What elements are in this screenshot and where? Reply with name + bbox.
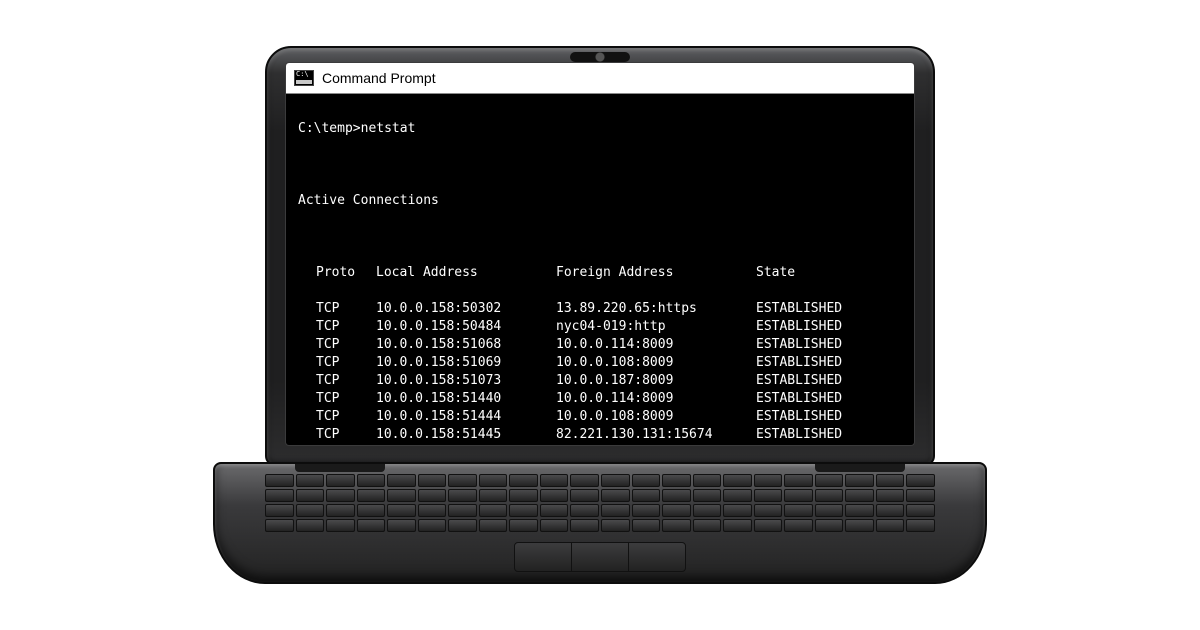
table-row: TCP10.0.0.158:5030213.89.220.65:httpsEST…	[298, 300, 910, 318]
cell-proto: TCP	[316, 444, 376, 445]
laptop-illustration: Command Prompt C:\temp>netstat Active Co…	[210, 46, 990, 584]
cell-state: ESTABLISHED	[756, 336, 842, 354]
cell-state: ESTABLISHED	[756, 390, 842, 408]
cell-state: ESTABLISHED	[756, 444, 842, 445]
cell-proto: TCP	[316, 408, 376, 426]
cell-state: ESTABLISHED	[756, 300, 842, 318]
header-local: Local Address	[376, 264, 556, 282]
cell-foreign: 10.0.0.114:8009	[556, 390, 756, 408]
cell-proto: TCP	[316, 372, 376, 390]
cell-local: 10.0.0.158:51444	[376, 408, 556, 426]
cell-proto: TCP	[316, 354, 376, 372]
cell-local: 10.0.0.158:51445	[376, 426, 556, 444]
cell-foreign: nyc04-019:http	[556, 318, 756, 336]
command-prompt-window: Command Prompt C:\temp>netstat Active Co…	[286, 63, 914, 445]
hinge-icon	[815, 462, 905, 472]
cell-state: ESTABLISHED	[756, 318, 842, 336]
table-row: TCP10.0.0.158:5144582.221.130.131:15674E…	[298, 426, 910, 444]
header-foreign: Foreign Address	[556, 264, 756, 282]
cell-local: 10.0.0.158:51068	[376, 336, 556, 354]
cell-local: 10.0.0.158:51073	[376, 372, 556, 390]
cell-state: ESTABLISHED	[756, 408, 842, 426]
section-title: Active Connections	[298, 192, 910, 210]
cell-foreign: 10.0.0.114:8009	[556, 336, 756, 354]
table-row: TCP10.0.0.158:5144010.0.0.114:8009ESTABL…	[298, 390, 910, 408]
hinge-icon	[295, 462, 385, 472]
command-prompt-icon	[294, 70, 314, 86]
trackpad-illustration	[514, 542, 686, 572]
cell-foreign: 10.0.0.108:8009	[556, 354, 756, 372]
cell-proto: TCP	[316, 426, 376, 444]
table-row: TCP10.0.0.158:5144410.0.0.108:8009ESTABL…	[298, 408, 910, 426]
header-state: State	[756, 264, 795, 282]
table-row: TCP10.0.0.158:5106910.0.0.108:8009ESTABL…	[298, 354, 910, 372]
cell-proto: TCP	[316, 336, 376, 354]
keyboard-illustration	[265, 474, 935, 532]
cell-state: ESTABLISHED	[756, 372, 842, 390]
cell-local: 10.0.0.158:51069	[376, 354, 556, 372]
header-proto: Proto	[316, 264, 376, 282]
table-row: TCP10.0.0.158:50484nyc04-019:httpESTABLI…	[298, 318, 910, 336]
laptop-lid: Command Prompt C:\temp>netstat Active Co…	[265, 46, 935, 466]
cell-proto: TCP	[316, 318, 376, 336]
screen: Command Prompt C:\temp>netstat Active Co…	[285, 62, 915, 446]
cell-proto: TCP	[316, 300, 376, 318]
cell-foreign: 10.0.0.108:8009	[556, 408, 756, 426]
terminal-output[interactable]: C:\temp>netstat Active Connections Proto…	[286, 94, 914, 445]
laptop-deck	[213, 462, 987, 584]
cell-state: ESTABLISHED	[756, 354, 842, 372]
table-header: ProtoLocal AddressForeign AddressState	[298, 264, 910, 282]
webcam-icon	[570, 52, 630, 62]
table-row: TCP10.0.0.158:5144910.0.0.187:8009ESTABL…	[298, 444, 910, 445]
table-row: TCP10.0.0.158:5107310.0.0.187:8009ESTABL…	[298, 372, 910, 390]
cell-foreign: 10.0.0.187:8009	[556, 444, 756, 445]
window-title: Command Prompt	[322, 70, 436, 86]
cell-state: ESTABLISHED	[756, 426, 842, 444]
cell-local: 10.0.0.158:50302	[376, 300, 556, 318]
cell-foreign: 82.221.130.131:15674	[556, 426, 756, 444]
blank-line	[298, 156, 910, 174]
cell-local: 10.0.0.158:51440	[376, 390, 556, 408]
cell-local: 10.0.0.158:51449	[376, 444, 556, 445]
prompt-line: C:\temp>netstat	[298, 120, 910, 138]
cell-local: 10.0.0.158:50484	[376, 318, 556, 336]
cell-proto: TCP	[316, 390, 376, 408]
window-titlebar[interactable]: Command Prompt	[286, 63, 914, 94]
cell-foreign: 10.0.0.187:8009	[556, 372, 756, 390]
blank-line	[298, 228, 910, 246]
cell-foreign: 13.89.220.65:https	[556, 300, 756, 318]
table-row: TCP10.0.0.158:5106810.0.0.114:8009ESTABL…	[298, 336, 910, 354]
